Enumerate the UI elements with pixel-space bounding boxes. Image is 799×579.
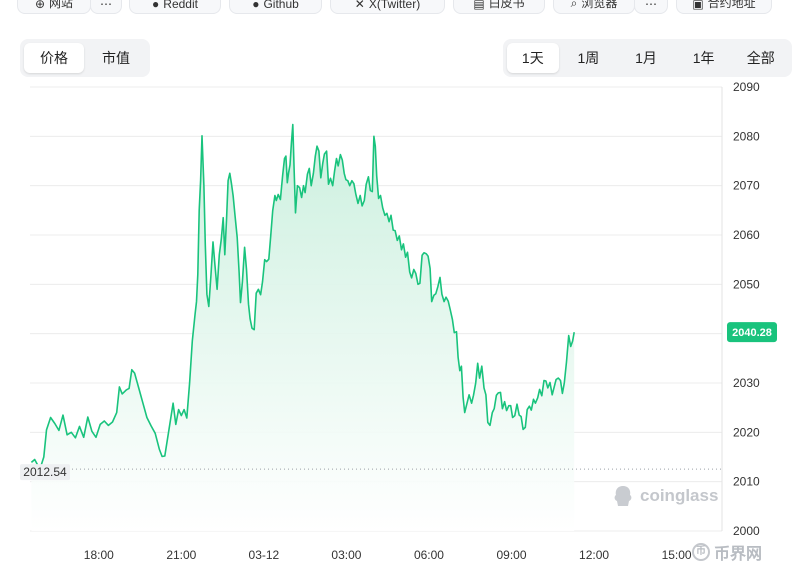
last-price-label: 2040.28 [732, 327, 772, 339]
reddit-link[interactable]: ● Reddit [129, 0, 221, 14]
x-tick-label: 06:00 [414, 548, 444, 562]
explorer-link-label: 浏览器 [581, 0, 618, 10]
more-icon: ⋯ [645, 0, 657, 11]
explorer-link[interactable]: ⌕ 浏览器 [553, 0, 635, 14]
tab-market-cap[interactable]: 市值 [86, 43, 146, 73]
x-tick-label: 15:00 [662, 548, 692, 562]
coinglass-watermark: coinglass [612, 484, 718, 508]
x-tick-label: 18:00 [84, 548, 114, 562]
y-tick-label: 2020 [733, 425, 760, 439]
github-link[interactable]: ● Github [229, 0, 322, 14]
globe-icon: ⊕ [34, 0, 46, 11]
site-watermark-text: 币界网 [714, 546, 763, 563]
y-tick-label: 2080 [733, 129, 760, 143]
site-watermark: 币 币界网 [692, 540, 762, 564]
x-tick-label: 03-12 [249, 548, 280, 562]
range-1y[interactable]: 1年 [676, 43, 732, 73]
github-link-label: Github [263, 0, 299, 11]
x-tick-label: 09:00 [496, 548, 526, 562]
x-icon: ✕ [354, 0, 365, 11]
x-tick-label: 03:00 [331, 548, 361, 562]
y-tick-label: 2000 [733, 524, 760, 538]
range-all[interactable]: 全部 [733, 43, 788, 73]
twitter-link-label: X(Twitter) [368, 0, 421, 11]
website-link-label: 网站 [49, 0, 74, 10]
coinglass-logo-icon [614, 486, 632, 506]
contract-address-label: 合约地址 [707, 0, 756, 10]
clipboard-icon: ▣ [692, 0, 704, 11]
baseline-label: 2012.54 [23, 465, 67, 479]
more-icon: ⋯ [100, 0, 112, 11]
y-tick-label: 2070 [733, 179, 760, 193]
reddit-link-label: Reddit [163, 0, 198, 11]
metric-toggle: 价格 市值 [20, 39, 150, 77]
search-icon: ⌕ [570, 0, 578, 10]
x-tick-label: 21:00 [166, 548, 196, 562]
more-explorers-button[interactable]: ⋯ [634, 0, 668, 14]
more-links-button[interactable]: ⋯ [90, 0, 122, 14]
document-icon: ▤ [473, 0, 485, 11]
y-tick-label: 2090 [733, 80, 760, 94]
watermark-text: coinglass [640, 486, 719, 505]
y-tick-label: 2010 [733, 475, 760, 489]
twitter-link[interactable]: ✕ X(Twitter) [330, 0, 445, 14]
contract-address-link[interactable]: ▣ 合约地址 [676, 0, 772, 14]
y-tick-label: 2030 [733, 376, 760, 390]
reddit-icon: ● [152, 0, 160, 11]
y-tick-label: 2050 [733, 277, 760, 291]
y-tick-label: 2060 [733, 228, 760, 242]
range-1d[interactable]: 1天 [507, 43, 559, 73]
website-link[interactable]: ⊕ 网站 [17, 0, 91, 14]
x-tick-label: 12:00 [579, 548, 609, 562]
whitepaper-link-label: 白皮书 [488, 0, 525, 10]
range-1m[interactable]: 1月 [618, 43, 674, 73]
coin-icon: 币 [692, 543, 710, 561]
tab-price[interactable]: 价格 [24, 43, 84, 73]
github-icon: ● [252, 0, 260, 11]
range-toggle: 1天 1周 1月 1年 全部 [503, 39, 792, 77]
whitepaper-link[interactable]: ▤ 白皮书 [453, 0, 545, 14]
range-1w[interactable]: 1周 [561, 43, 617, 73]
top-links-bar: ⊕ 网站 ⋯ ● Reddit ● Github ✕ X(Twitter) ▤ 白皮书 ⌕… [0, 0, 799, 14]
